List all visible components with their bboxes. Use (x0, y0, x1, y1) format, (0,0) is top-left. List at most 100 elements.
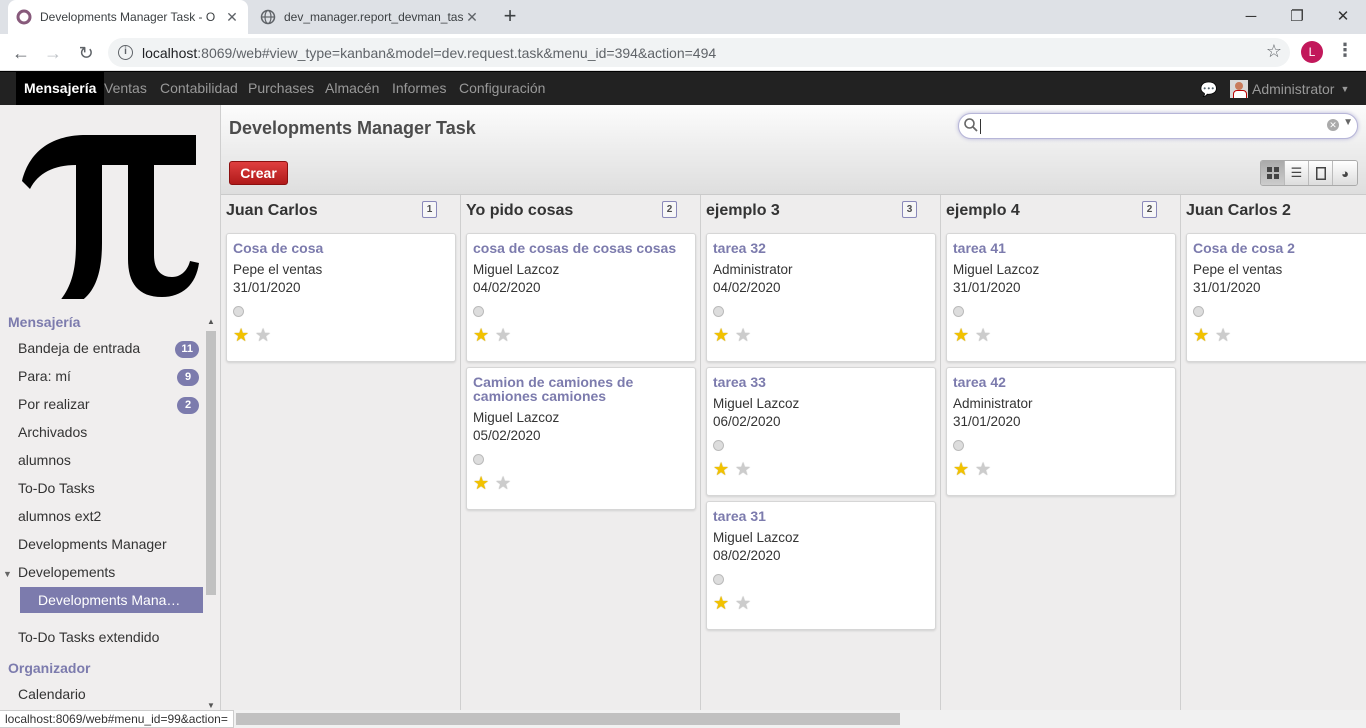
kanban-card[interactable]: tarea 32 Administrator 04/02/2020 ★ ★ (706, 233, 936, 362)
status-dot-icon[interactable] (1193, 306, 1204, 317)
back-arrow-icon[interactable]: ← (8, 40, 34, 66)
sidebar-item-archivados[interactable]: Archivados (18, 424, 203, 446)
scroll-down-icon[interactable]: ▼ (206, 701, 216, 710)
priority-star-empty-icon[interactable]: ★ (735, 326, 751, 344)
sidebar-item-calendario[interactable]: Calendario (18, 686, 203, 708)
priority-star-empty-icon[interactable]: ★ (255, 326, 271, 344)
priority-star-empty-icon[interactable]: ★ (735, 594, 751, 612)
search-input[interactable]: ✕ ▼ (958, 113, 1358, 139)
address-bar[interactable]: i localhost:8069/web#view_type=kanban&mo… (108, 38, 1290, 67)
info-icon[interactable]: i (118, 45, 133, 60)
card-title[interactable]: Cosa de cosa (233, 241, 451, 255)
priority-star-filled-icon[interactable]: ★ (1193, 326, 1209, 344)
form-view-icon[interactable] (1309, 161, 1333, 185)
status-dot-icon[interactable] (713, 574, 724, 585)
browser-tab[interactable]: dev_manager.report_devman_tas ✕ (252, 0, 488, 34)
url-text[interactable]: localhost:8069/web#view_type=kanban&mode… (142, 45, 716, 61)
menu-purchases[interactable]: Purchases (240, 72, 322, 105)
priority-star-filled-icon[interactable]: ★ (713, 326, 729, 344)
horizontal-scrollbar[interactable] (221, 710, 1366, 728)
sidebar-item-bandeja[interactable]: Bandeja de entrada 11 (18, 340, 203, 362)
priority-star-empty-icon[interactable]: ★ (1215, 326, 1231, 344)
priority-star-filled-icon[interactable]: ★ (473, 326, 489, 344)
column-title[interactable]: ejemplo 3 (706, 202, 780, 220)
card-title[interactable]: tarea 42 (953, 375, 1171, 389)
kanban-card[interactable]: Cosa de cosa Pepe el ventas 31/01/2020 ★… (226, 233, 456, 362)
kanban-card[interactable]: tarea 41 Miguel Lazcoz 31/01/2020 ★ ★ (946, 233, 1176, 362)
scrollbar-thumb[interactable] (206, 331, 216, 595)
priority-star-empty-icon[interactable]: ★ (975, 326, 991, 344)
status-dot-icon[interactable] (473, 306, 484, 317)
sidebar-section-organizador[interactable]: Organizador (8, 660, 90, 676)
scrollbar-thumb[interactable] (236, 713, 900, 725)
priority-star-filled-icon[interactable]: ★ (713, 460, 729, 478)
status-dot-icon[interactable] (473, 454, 484, 465)
priority-star-filled-icon[interactable]: ★ (953, 326, 969, 344)
sidebar-item-developements[interactable]: ▼ Developements (3, 564, 203, 586)
close-tab-icon[interactable]: ✕ (224, 9, 240, 26)
list-view-icon[interactable]: ☰ (1285, 161, 1309, 185)
status-dot-icon[interactable] (713, 306, 724, 317)
menu-ventas[interactable]: Ventas (96, 72, 155, 105)
column-title[interactable]: Yo pido cosas (466, 202, 573, 220)
menu-contabilidad[interactable]: Contabilidad (152, 72, 246, 105)
reload-icon[interactable]: ↻ (73, 40, 99, 66)
card-title[interactable]: Camion de camiones de camiones camiones (473, 375, 691, 403)
column-title[interactable]: Juan Carlos 2 (1186, 202, 1291, 220)
clear-search-icon[interactable]: ✕ (1327, 119, 1339, 131)
kanban-card[interactable]: Cosa de cosa 2 Pepe el ventas 31/01/2020… (1186, 233, 1366, 362)
bookmark-star-icon[interactable]: ☆ (1266, 41, 1282, 62)
kanban-card[interactable]: cosa de cosas de cosas cosas Miguel Lazc… (466, 233, 696, 362)
kanban-card[interactable]: tarea 42 Administrator 31/01/2020 ★ ★ (946, 367, 1176, 496)
card-title[interactable]: Cosa de cosa 2 (1193, 241, 1366, 255)
sidebar-item-alumnos[interactable]: alumnos (18, 452, 203, 474)
minimize-icon[interactable]: ─ (1228, 0, 1274, 32)
menu-almacen[interactable]: Almacén (317, 72, 387, 105)
sidebar-scrollbar[interactable]: ▲ ▼ (205, 317, 217, 710)
column-title[interactable]: ejemplo 4 (946, 202, 1020, 220)
menu-informes[interactable]: Informes (384, 72, 454, 105)
status-dot-icon[interactable] (953, 440, 964, 451)
restore-icon[interactable]: ❐ (1274, 0, 1320, 32)
user-menu[interactable]: Administrator ▼ (1230, 80, 1349, 98)
menu-mensajeria[interactable]: Mensajería (16, 72, 105, 105)
close-tab-icon[interactable]: ✕ (464, 9, 480, 26)
card-title[interactable]: tarea 33 (713, 375, 931, 389)
sidebar-item-developments-manager-task[interactable]: Developments Mana… (20, 587, 203, 613)
search-options-dropdown-icon[interactable]: ▼ (1343, 117, 1353, 128)
sidebar-item-por-realizar[interactable]: Por realizar 2 (18, 396, 203, 418)
kanban-card[interactable]: tarea 33 Miguel Lazcoz 06/02/2020 ★ ★ (706, 367, 936, 496)
profile-avatar[interactable]: L (1301, 41, 1323, 63)
sidebar-item-para-mi[interactable]: Para: mí 9 (18, 368, 203, 390)
priority-star-empty-icon[interactable]: ★ (735, 460, 751, 478)
card-title[interactable]: cosa de cosas de cosas cosas (473, 241, 691, 255)
sidebar-item-todo-tasks-extendido[interactable]: To-Do Tasks extendido (18, 629, 203, 651)
priority-star-empty-icon[interactable]: ★ (975, 460, 991, 478)
chat-icon[interactable]: 💬 (1200, 81, 1217, 98)
sidebar-item-alumnos-ext2[interactable]: alumnos ext2 (18, 508, 203, 530)
expand-triangle-icon[interactable]: ▼ (3, 569, 12, 579)
status-dot-icon[interactable] (953, 306, 964, 317)
browser-tab-active[interactable]: Developments Manager Task - O ✕ (8, 0, 248, 34)
priority-star-filled-icon[interactable]: ★ (473, 474, 489, 492)
browser-menu-icon[interactable]: ⋮ (1336, 40, 1354, 61)
status-dot-icon[interactable] (713, 440, 724, 451)
card-title[interactable]: tarea 32 (713, 241, 931, 255)
priority-star-filled-icon[interactable]: ★ (713, 594, 729, 612)
kanban-view-icon[interactable] (1261, 161, 1285, 185)
status-dot-icon[interactable] (233, 306, 244, 317)
priority-star-filled-icon[interactable]: ★ (233, 326, 249, 344)
graph-view-icon[interactable]: ◕ (1333, 161, 1357, 185)
kanban-card[interactable]: tarea 31 Miguel Lazcoz 08/02/2020 ★ ★ (706, 501, 936, 630)
menu-configuracion[interactable]: Configuración (451, 72, 553, 105)
priority-star-empty-icon[interactable]: ★ (495, 326, 511, 344)
forward-arrow-icon[interactable]: → (40, 40, 66, 66)
create-button[interactable]: Crear (229, 161, 288, 185)
scroll-up-icon[interactable]: ▲ (206, 317, 216, 326)
card-title[interactable]: tarea 41 (953, 241, 1171, 255)
close-window-icon[interactable]: ✕ (1320, 0, 1366, 32)
sidebar-item-todo-tasks[interactable]: To-Do Tasks (18, 480, 203, 502)
sidebar-section-mensajeria[interactable]: Mensajería (8, 314, 80, 330)
card-title[interactable]: tarea 31 (713, 509, 931, 523)
kanban-card[interactable]: Camion de camiones de camiones camiones … (466, 367, 696, 510)
